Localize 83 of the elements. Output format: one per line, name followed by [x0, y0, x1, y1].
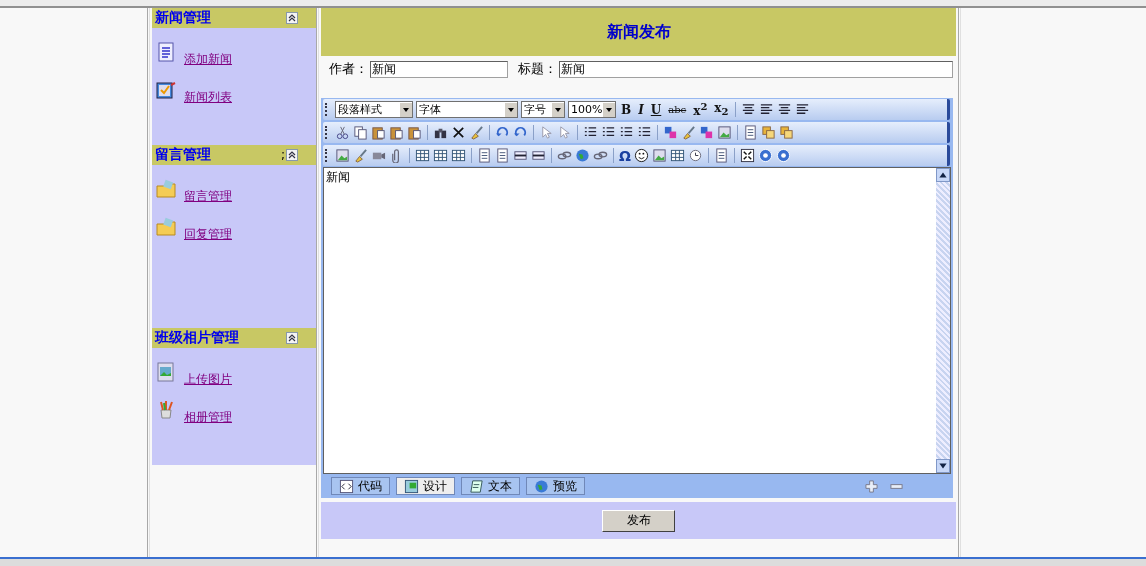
- document-icon[interactable]: [743, 125, 758, 140]
- editor-content: 新闻: [325, 169, 351, 186]
- folder-icon: [156, 179, 176, 199]
- layers-icon[interactable]: [779, 125, 794, 140]
- format-button[interactable]: x$^{2}$: [691, 101, 710, 118]
- pages-icon[interactable]: [353, 125, 368, 140]
- section-title: 班级相片管理: [155, 329, 239, 347]
- collapse-icon[interactable]: [286, 149, 298, 161]
- view-tab[interactable]: 预览: [526, 477, 585, 495]
- page-title: 新闻发布: [606, 21, 671, 43]
- sidebar-link[interactable]: 留言管理: [184, 188, 232, 205]
- title-input[interactable]: 新闻: [559, 60, 953, 78]
- grid-icon[interactable]: [433, 148, 448, 163]
- text-lines-icon[interactable]: [777, 102, 793, 117]
- sidebar-link[interactable]: 新闻列表: [184, 89, 232, 106]
- document-icon[interactable]: [477, 148, 492, 163]
- clipboard-icon[interactable]: [407, 125, 422, 140]
- notepad-icon: [469, 478, 484, 494]
- field-label: 标题：: [518, 60, 557, 78]
- brush-icon[interactable]: [681, 125, 696, 140]
- color-squares-icon[interactable]: [699, 125, 714, 140]
- checklist-icon: [156, 80, 176, 100]
- clipboard-icon[interactable]: [389, 125, 404, 140]
- format-button[interactable]: abc: [666, 104, 689, 115]
- collapse-icon[interactable]: [286, 332, 298, 344]
- toolbar-grip: [325, 103, 329, 116]
- editor-area[interactable]: 新闻: [323, 167, 951, 474]
- window-icon: [404, 478, 419, 494]
- layers-icon[interactable]: [761, 125, 776, 140]
- picture-icon[interactable]: [717, 125, 732, 140]
- globe-icon[interactable]: [575, 148, 590, 163]
- toolbar-dropdown[interactable]: 字号: [521, 101, 565, 118]
- code-icon: [339, 478, 354, 494]
- view-tab[interactable]: 设计: [396, 477, 455, 495]
- text-lines-icon[interactable]: [795, 102, 811, 117]
- field-label: 作者：: [329, 60, 368, 78]
- grid-icon[interactable]: [451, 148, 466, 163]
- publish-button[interactable]: 发布: [602, 509, 675, 532]
- section-title: 新闻管理: [155, 9, 211, 27]
- brush-icon[interactable]: [353, 148, 368, 163]
- toolbar-dropdown[interactable]: 100%: [568, 101, 616, 118]
- view-tab[interactable]: 文本: [461, 477, 520, 495]
- arrows-out-icon[interactable]: [739, 148, 755, 163]
- plus-icon[interactable]: [865, 479, 878, 493]
- smiley-icon[interactable]: [633, 148, 649, 163]
- round-button-icon[interactable]: [775, 148, 791, 163]
- grid-icon[interactable]: [669, 148, 685, 163]
- toolbar-dropdown[interactable]: 段落样式: [335, 101, 413, 118]
- round-button-icon[interactable]: [757, 148, 773, 163]
- document-icon[interactable]: [495, 148, 510, 163]
- format-button[interactable]: x$_{2}$: [712, 101, 731, 118]
- brush-icon[interactable]: [469, 125, 484, 140]
- collapse-icon[interactable]: [286, 12, 298, 24]
- color-squares-icon[interactable]: [663, 125, 678, 140]
- text-lines-icon[interactable]: [759, 102, 775, 117]
- scrollbar[interactable]: [936, 168, 950, 473]
- author-input[interactable]: 新闻: [370, 60, 508, 78]
- format-button[interactable]: I: [636, 102, 646, 117]
- toolbar-dropdown[interactable]: 字体: [416, 101, 518, 118]
- cross-icon[interactable]: [451, 125, 466, 140]
- format-button[interactable]: B: [619, 102, 634, 117]
- format-button[interactable]: U: [648, 102, 664, 117]
- view-tab[interactable]: 代码: [331, 477, 390, 495]
- grid-icon[interactable]: [415, 148, 430, 163]
- document-icon: [156, 42, 176, 62]
- clock-icon[interactable]: [687, 148, 703, 163]
- section-title: 留言管理: [155, 146, 211, 164]
- toolbar-grip: [325, 126, 329, 139]
- folder-icon: [156, 217, 176, 237]
- picture-icon[interactable]: [335, 148, 350, 163]
- sidebar-link[interactable]: 上传图片: [184, 371, 232, 388]
- picture-icon: [156, 362, 176, 382]
- symbol-button[interactable]: Ω: [619, 147, 631, 164]
- sidebar-link[interactable]: 添加新闻: [184, 51, 232, 68]
- scissors-icon[interactable]: [335, 125, 350, 140]
- semicolon-text: ;: [280, 148, 285, 162]
- sidebar-link[interactable]: 回复管理: [184, 226, 232, 243]
- document-icon[interactable]: [713, 148, 729, 163]
- toolbar-grip: [325, 149, 329, 162]
- sidebar-link[interactable]: 相册管理: [184, 409, 232, 426]
- globe-icon: [534, 478, 549, 494]
- clipboard-icon[interactable]: [371, 125, 386, 140]
- text-lines-icon[interactable]: [741, 102, 757, 117]
